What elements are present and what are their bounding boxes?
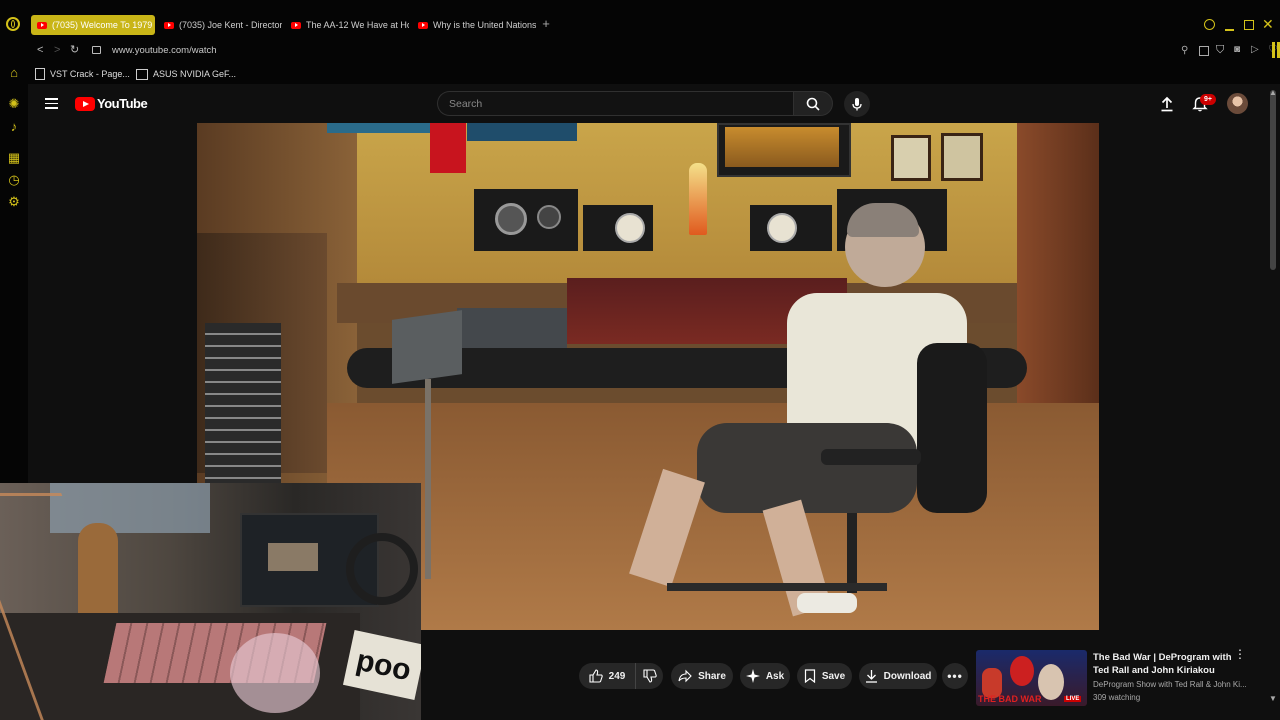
tab-united-nations[interactable]: Why is the United Nations xyxy=(412,15,536,35)
share-label: Share xyxy=(698,670,726,682)
download-button[interactable]: Download xyxy=(859,663,937,689)
thumbs-down-icon xyxy=(642,669,657,683)
reload-icon[interactable]: ↻ xyxy=(70,43,79,56)
tab-aa12[interactable]: The AA-12 We Have at Ho xyxy=(285,15,409,35)
tab-label: Why is the United Nations xyxy=(433,20,536,30)
save-label: Save xyxy=(821,670,846,682)
recommended-viewers: 309 watching xyxy=(1093,693,1141,702)
screenshot-icon[interactable] xyxy=(1199,46,1209,56)
webcam-overlay: poo xyxy=(0,483,421,720)
history-icon[interactable]: ◷ xyxy=(6,172,22,188)
menu-icon[interactable] xyxy=(45,98,58,109)
save-button[interactable]: Save xyxy=(797,663,852,689)
voice-search-button[interactable] xyxy=(844,91,870,117)
play-icon[interactable]: ▷ xyxy=(1251,44,1259,55)
search-input[interactable]: Search xyxy=(437,91,793,116)
share-icon xyxy=(678,669,692,683)
back-icon[interactable]: < xyxy=(37,44,43,56)
search-placeholder: Search xyxy=(449,98,483,110)
save-playlist-icon xyxy=(804,669,815,683)
tab-welcome-to-1979[interactable]: (7035) Welcome To 1979 xyxy=(31,15,155,35)
like-count: 249 xyxy=(608,670,626,682)
recommended-menu-icon[interactable]: ⋮ xyxy=(1234,648,1246,660)
image-icon xyxy=(136,68,148,80)
ask-label: Ask xyxy=(765,670,785,682)
page-scrollbar[interactable] xyxy=(1270,90,1276,270)
bookmark-vst-crack[interactable]: VST Crack - Page... xyxy=(35,67,130,81)
tab-joe-kent[interactable]: (7035) Joe Kent - Director xyxy=(158,15,282,35)
thumbs-up-icon xyxy=(589,669,603,683)
extension-bar-icon[interactable] xyxy=(1272,42,1275,58)
new-tab-button[interactable]: + xyxy=(540,17,552,31)
scroll-down-icon[interactable]: ▼ xyxy=(1269,694,1277,703)
maximize-icon[interactable] xyxy=(1244,20,1254,30)
tab-label: The AA-12 We Have at Ho xyxy=(306,20,409,30)
share-button[interactable]: Share xyxy=(671,663,733,689)
upload-button[interactable] xyxy=(1160,96,1174,112)
live-badge: LIVE xyxy=(1064,696,1082,702)
browser-tab-strip: (7035) Welcome To 1979 (7035) Joe Kent -… xyxy=(0,0,1280,38)
youtube-favicon-icon xyxy=(418,21,428,29)
bookmark-label: ASUS NVIDIA GeF... xyxy=(153,69,237,79)
youtube-favicon-icon xyxy=(164,21,174,29)
browser-logo-icon[interactable] xyxy=(6,17,20,31)
bookmarks-bar: VST Crack - Page... ASUS NVIDIA GeF... xyxy=(28,64,1280,84)
recommended-channel[interactable]: DeProgram Show with Ted Rall & John Ki..… xyxy=(1093,680,1247,689)
scroll-up-icon[interactable]: ▲ xyxy=(1269,88,1277,97)
search-button[interactable] xyxy=(793,91,833,116)
camera-icon[interactable]: ◙ xyxy=(1234,44,1240,55)
like-button[interactable]: 249 xyxy=(579,663,635,689)
more-horizontal-icon: ••• xyxy=(947,669,963,683)
close-icon[interactable]: ✕ xyxy=(1262,17,1274,31)
chatgpt-icon[interactable]: ✺ xyxy=(6,96,22,112)
ai-assistant-icon[interactable]: ⌂ xyxy=(6,64,22,80)
tiktok-icon[interactable]: ♪ xyxy=(6,118,22,134)
ask-button[interactable]: Ask xyxy=(740,663,790,689)
apps-grid-icon[interactable]: ▦ xyxy=(6,150,22,166)
forward-icon[interactable]: > xyxy=(54,44,60,56)
shield-icon[interactable]: ⛉ xyxy=(1216,44,1224,57)
youtube-favicon-icon xyxy=(37,21,47,29)
recommended-title-line2[interactable]: Ted Rall and John Kiriakou xyxy=(1093,665,1215,676)
thumbnail-title-text: THE BAD WAR xyxy=(978,694,1042,704)
download-label: Download xyxy=(883,670,932,682)
dislike-button[interactable] xyxy=(635,663,663,689)
bookmark-asus-nvidia[interactable]: ASUS NVIDIA GeF... xyxy=(136,67,236,81)
notification-badge: 9+ xyxy=(1200,94,1216,105)
recommended-thumbnail[interactable]: THE BAD WAR LIVE xyxy=(976,650,1087,706)
address-bar: < > ↻ www.youtube.com/watch ⚲ ⛉ ◙ ▷ ♡ xyxy=(28,38,1280,64)
page-icon xyxy=(35,68,45,80)
sparkle-icon xyxy=(745,669,760,683)
youtube-favicon-icon xyxy=(291,21,301,29)
settings-gear-icon[interactable]: ⚙ xyxy=(6,194,22,210)
browser-search-icon[interactable] xyxy=(1204,19,1215,30)
search-icon xyxy=(806,97,820,111)
tab-label: (7035) Welcome To 1979 xyxy=(52,20,153,30)
upload-icon xyxy=(1161,96,1173,112)
microphone-icon xyxy=(852,98,862,111)
recommended-video-card[interactable]: THE BAD WAR LIVE The Bad War | DeProgram… xyxy=(976,648,1266,706)
lock-icon[interactable] xyxy=(92,46,101,54)
avatar[interactable] xyxy=(1227,93,1248,114)
recommended-title-line1[interactable]: The Bad War | DeProgram with xyxy=(1093,652,1232,663)
bookmark-label: VST Crack - Page... xyxy=(50,69,130,79)
youtube-logo[interactable]: YouTube xyxy=(75,96,148,111)
tab-label: (7035) Joe Kent - Director xyxy=(179,20,282,30)
download-icon xyxy=(865,670,877,683)
pin-icon[interactable]: ⚲ xyxy=(1181,45,1188,56)
youtube-logo-text: YouTube xyxy=(97,96,148,111)
url-field[interactable]: www.youtube.com/watch xyxy=(112,45,217,56)
youtube-play-logo-icon xyxy=(75,96,95,111)
more-actions-button[interactable]: ••• xyxy=(942,663,968,689)
minimize-icon[interactable] xyxy=(1225,29,1234,31)
